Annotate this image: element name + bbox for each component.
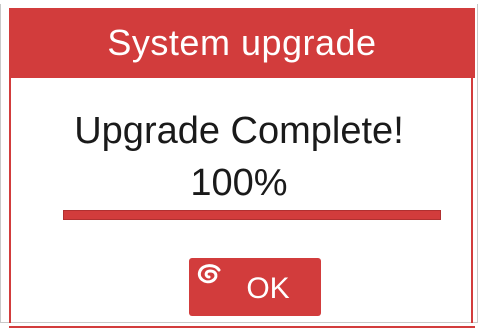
ok-button-label: OK: [246, 272, 290, 305]
dialog-titlebar: System upgrade: [9, 8, 475, 78]
progress-bar: [63, 210, 441, 220]
upgrade-status-message: Upgrade Complete!: [74, 110, 404, 152]
swirl-icon: [197, 264, 221, 284]
dialog-title: System upgrade: [107, 22, 377, 63]
progress-bar-fill: [64, 211, 440, 219]
progress-percent-label: 100%: [190, 162, 288, 204]
ok-button[interactable]: OK: [189, 258, 321, 316]
system-upgrade-dialog: System upgrade Upgrade Complete! 100% OK: [0, 4, 478, 328]
